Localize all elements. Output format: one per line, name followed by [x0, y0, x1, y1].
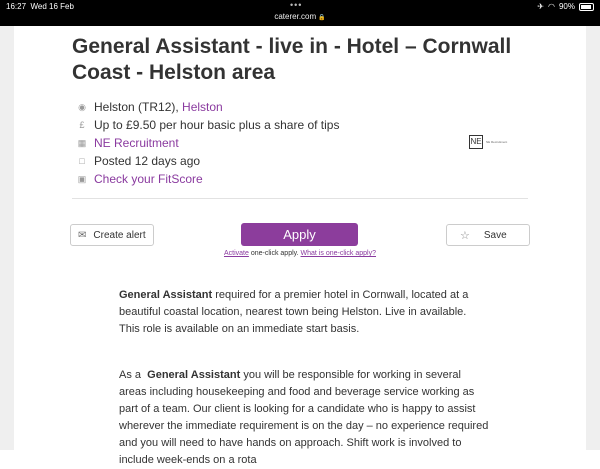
location-text: Helston (TR12), [94, 100, 179, 114]
save-label: Save [483, 229, 507, 241]
wifi-icon: ◠ [548, 2, 555, 11]
date-text: Wed 16 Feb [30, 2, 74, 11]
pound-icon: £ [79, 120, 85, 130]
recruiter-logo[interactable]: NE NE Recruitment [469, 135, 515, 149]
calendar-icon: □ [79, 156, 85, 166]
location-pin-icon: ◉ [78, 101, 86, 112]
description-paragraph-1: General Assistant required for a premier… [119, 287, 489, 338]
status-indicators: ✈ ◠ 90% [537, 2, 594, 11]
fitscore-icon: ▣ [77, 173, 87, 184]
role-name-bold: General Assistant [119, 289, 213, 301]
time-text: 16:27 [6, 2, 27, 11]
apply-button[interactable]: Apply [241, 223, 358, 246]
battery-icon [579, 2, 594, 11]
posted-text: Posted 12 days ago [94, 154, 201, 168]
description-paragraph-2: As a General Assistant you will be respo… [119, 367, 489, 469]
recruiter-link[interactable]: NE Recruitment [94, 136, 179, 150]
location-row: ◉ Helston (TR12), Helston [77, 98, 339, 116]
lock-icon: 🔒 [318, 15, 326, 21]
envelope-icon: ✉ [78, 229, 87, 241]
salary-text: Up to £9.50 per hour basic plus a share … [94, 118, 340, 132]
p2-text: you will be responsible for working in s… [119, 369, 489, 466]
one-click-text: one-click apply. [250, 250, 299, 257]
activate-link[interactable]: Activate [224, 250, 249, 257]
posted-row: □ Posted 12 days ago [77, 152, 339, 170]
star-icon: ☆ [460, 229, 470, 242]
recruiter-row: ▦ NE Recruitment [77, 134, 339, 152]
logo-text: NE Recruitment [486, 140, 508, 144]
status-time: 16:27 Wed 16 Feb [6, 2, 74, 11]
role-name-bold-2: General Assistant [147, 369, 241, 381]
fitscore-link[interactable]: Check your FitScore [94, 172, 203, 186]
url-text: caterer.com [274, 12, 317, 21]
multitasking-dots-icon[interactable]: ••• [290, 0, 302, 10]
divider [72, 198, 528, 199]
one-click-apply-note: Activate one-click apply. What is one-cl… [0, 250, 600, 257]
create-alert-button[interactable]: ✉ Create alert [70, 224, 154, 246]
battery-percent: 90% [558, 2, 575, 11]
left-gutter [0, 26, 14, 450]
apply-label: Apply [283, 227, 316, 242]
job-title: General Assistant - live in - Hotel – Co… [72, 35, 512, 84]
address-bar[interactable]: caterer.com 🔒 [0, 12, 600, 21]
logo-mark: NE [469, 135, 483, 149]
fitscore-row: ▣ Check your FitScore [77, 170, 339, 188]
job-meta: ◉ Helston (TR12), Helston £ Up to £9.50 … [77, 98, 340, 188]
right-gutter [586, 26, 600, 450]
location-link[interactable]: Helston [182, 100, 223, 114]
what-is-one-click-link[interactable]: What is one-click apply? [301, 250, 376, 257]
salary-row: £ Up to £9.50 per hour basic plus a shar… [77, 116, 339, 134]
status-bar: 16:27 Wed 16 Feb ••• caterer.com 🔒 ✈ ◠ 90… [0, 0, 600, 26]
create-alert-label: Create alert [93, 229, 146, 241]
p2-prefix: As a [119, 369, 145, 381]
airplane-icon: ✈ [537, 2, 544, 11]
save-button[interactable]: ☆ Save [446, 224, 530, 246]
building-icon: ▦ [77, 137, 87, 148]
